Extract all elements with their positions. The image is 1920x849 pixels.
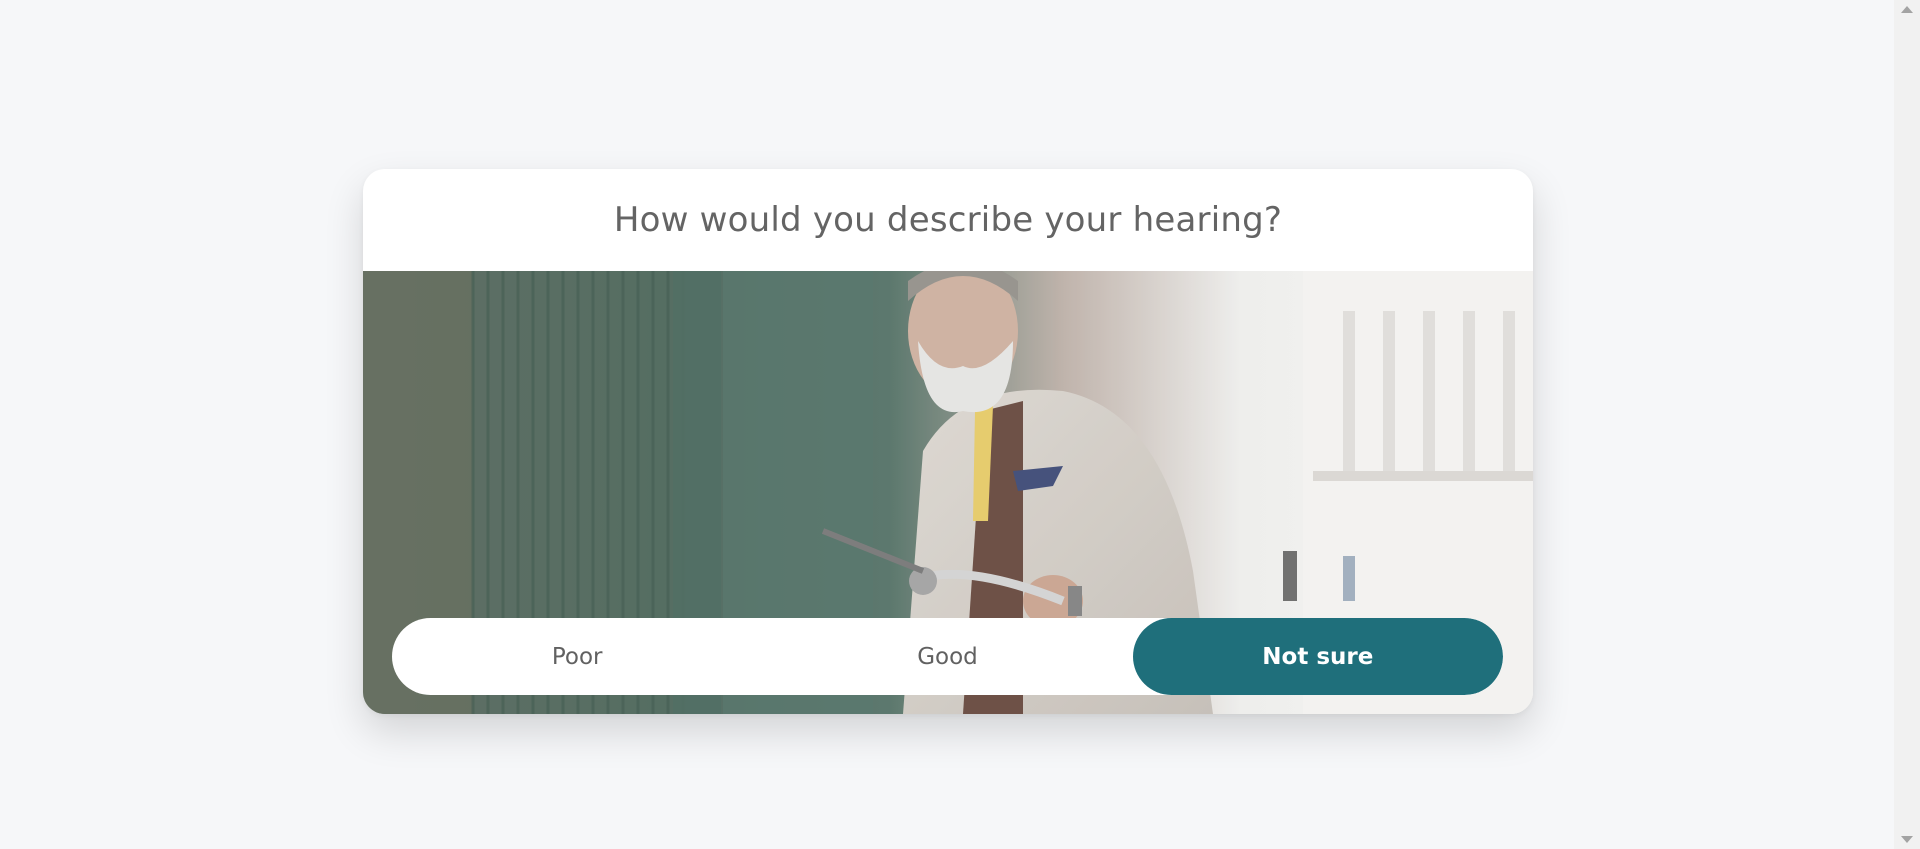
page: How would you describe your hearing? Poo… [0, 0, 1920, 849]
card-header: How would you describe your hearing? [363, 169, 1533, 271]
question-card: How would you describe your hearing? Poo… [363, 169, 1533, 714]
scroll-down-arrow-icon[interactable] [1901, 836, 1913, 843]
vertical-scrollbar[interactable] [1894, 0, 1920, 849]
question-title: How would you describe your hearing? [613, 200, 1283, 240]
answer-options: Poor Good Not sure [392, 618, 1503, 695]
option-not-sure[interactable]: Not sure [1132, 618, 1503, 695]
option-poor[interactable]: Poor [392, 618, 762, 695]
scroll-up-arrow-icon[interactable] [1901, 6, 1913, 13]
option-good[interactable]: Good [762, 618, 1132, 695]
